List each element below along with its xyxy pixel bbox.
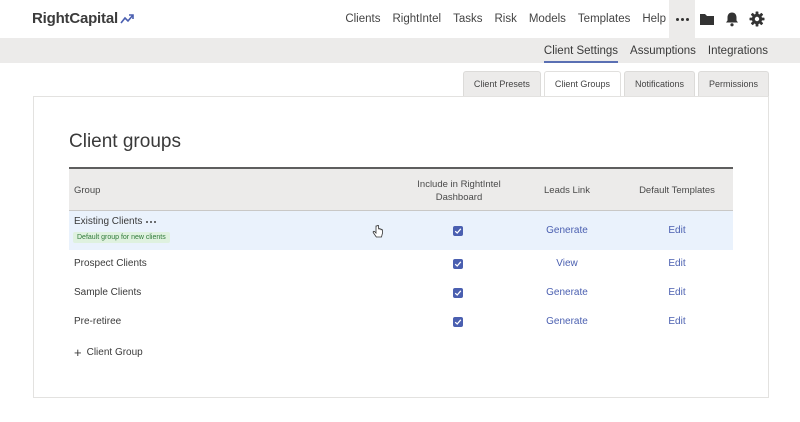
table-row[interactable]: Sample Clients Generate Edit — [69, 279, 733, 308]
table-row[interactable]: Pre-retiree Generate Edit — [69, 308, 733, 337]
include-dashboard-checkbox[interactable] — [453, 226, 463, 236]
group-name: Existing Clients — [74, 216, 143, 227]
default-group-badge: Default group for new clients — [73, 232, 170, 243]
header-include-rightintel: Include in RightIntel Dashboard — [399, 178, 519, 204]
group-name-cell: Existing Clients — [74, 216, 157, 227]
tab-notifications[interactable]: Notifications — [623, 71, 695, 97]
check-icon — [454, 319, 462, 325]
settings-subnav: Client Settings Assumptions Integrations — [532, 38, 768, 63]
tab-permissions[interactable]: Permissions — [697, 71, 769, 97]
client-groups-panel: Client groups Group Include in RightInte… — [33, 96, 769, 398]
leads-link-view[interactable]: View — [533, 258, 601, 269]
leads-link-generate[interactable]: Generate — [533, 225, 601, 236]
header-group: Group — [74, 185, 101, 196]
subnav-assumptions[interactable]: Assumptions — [630, 38, 696, 63]
tab-client-groups[interactable]: Client Groups — [543, 71, 621, 98]
more-icon — [675, 17, 689, 21]
folder-icon[interactable] — [699, 11, 715, 27]
table-row[interactable]: Existing Clients Default group for new c… — [69, 211, 733, 250]
client-settings-tabs: Client Presets Client Groups Notificatio… — [460, 71, 769, 98]
add-client-group-label: Client Group — [86, 347, 143, 358]
templates-edit-link[interactable]: Edit — [641, 316, 713, 327]
templates-edit-link[interactable]: Edit — [641, 258, 713, 269]
gear-icon[interactable] — [749, 11, 765, 27]
check-icon — [454, 290, 462, 296]
nav-item-templates[interactable]: Templates — [578, 13, 630, 25]
group-name: Sample Clients — [74, 287, 142, 298]
nav-item-rightintel[interactable]: RightIntel — [392, 13, 441, 25]
main-nav: Clients RightIntel Tasks Risk Models Tem… — [333, 0, 666, 38]
table-header: Group Include in RightIntel Dashboard Le… — [69, 167, 733, 211]
header-include-line2: Dashboard — [435, 192, 483, 203]
check-icon — [454, 261, 462, 267]
client-groups-table: Group Include in RightIntel Dashboard Le… — [69, 167, 733, 337]
brand-logo[interactable]: RightCapital — [32, 10, 134, 27]
add-client-group-button[interactable]: + Client Group — [74, 344, 143, 360]
nav-item-help[interactable]: Help — [642, 13, 666, 25]
hand-cursor-icon — [372, 225, 383, 238]
header-leads-link: Leads Link — [544, 185, 590, 196]
row-more-icon[interactable] — [146, 220, 157, 223]
top-navigation-bar: RightCapital Clients RightIntel Tasks Ri… — [0, 0, 800, 38]
include-dashboard-checkbox[interactable] — [453, 288, 463, 298]
settings-subnav-bar: Client Settings Assumptions Integrations — [0, 38, 800, 63]
nav-item-models[interactable]: Models — [529, 13, 566, 25]
check-icon — [454, 228, 462, 234]
plus-icon: + — [74, 344, 82, 360]
group-name: Prospect Clients — [74, 258, 147, 269]
nav-item-clients[interactable]: Clients — [345, 13, 380, 25]
templates-edit-link[interactable]: Edit — [641, 287, 713, 298]
templates-edit-link[interactable]: Edit — [641, 225, 713, 236]
group-name-cell: Sample Clients — [74, 287, 141, 298]
group-name: Pre-retiree — [74, 316, 122, 327]
include-dashboard-checkbox[interactable] — [453, 259, 463, 269]
table-row[interactable]: Prospect Clients View Edit — [69, 250, 733, 279]
group-name-cell: Prospect Clients — [74, 258, 147, 269]
more-menu-button[interactable] — [669, 0, 695, 38]
brand-name: RightCapital — [32, 10, 118, 27]
leads-link-generate[interactable]: Generate — [533, 287, 601, 298]
logo-arrow-icon — [120, 13, 134, 23]
include-dashboard-checkbox[interactable] — [453, 317, 463, 327]
header-default-templates: Default Templates — [639, 185, 715, 196]
subnav-client-settings[interactable]: Client Settings — [543, 38, 619, 63]
page-title: Client groups — [69, 131, 181, 152]
tab-client-presets[interactable]: Client Presets — [462, 71, 541, 97]
nav-item-tasks[interactable]: Tasks — [453, 13, 482, 25]
group-name-cell: Pre-retiree — [74, 316, 121, 327]
header-include-line1: Include in RightIntel — [417, 179, 501, 190]
bell-icon[interactable] — [724, 11, 740, 27]
subnav-integrations[interactable]: Integrations — [708, 38, 768, 63]
nav-item-risk[interactable]: Risk — [494, 13, 516, 25]
leads-link-generate[interactable]: Generate — [533, 316, 601, 327]
